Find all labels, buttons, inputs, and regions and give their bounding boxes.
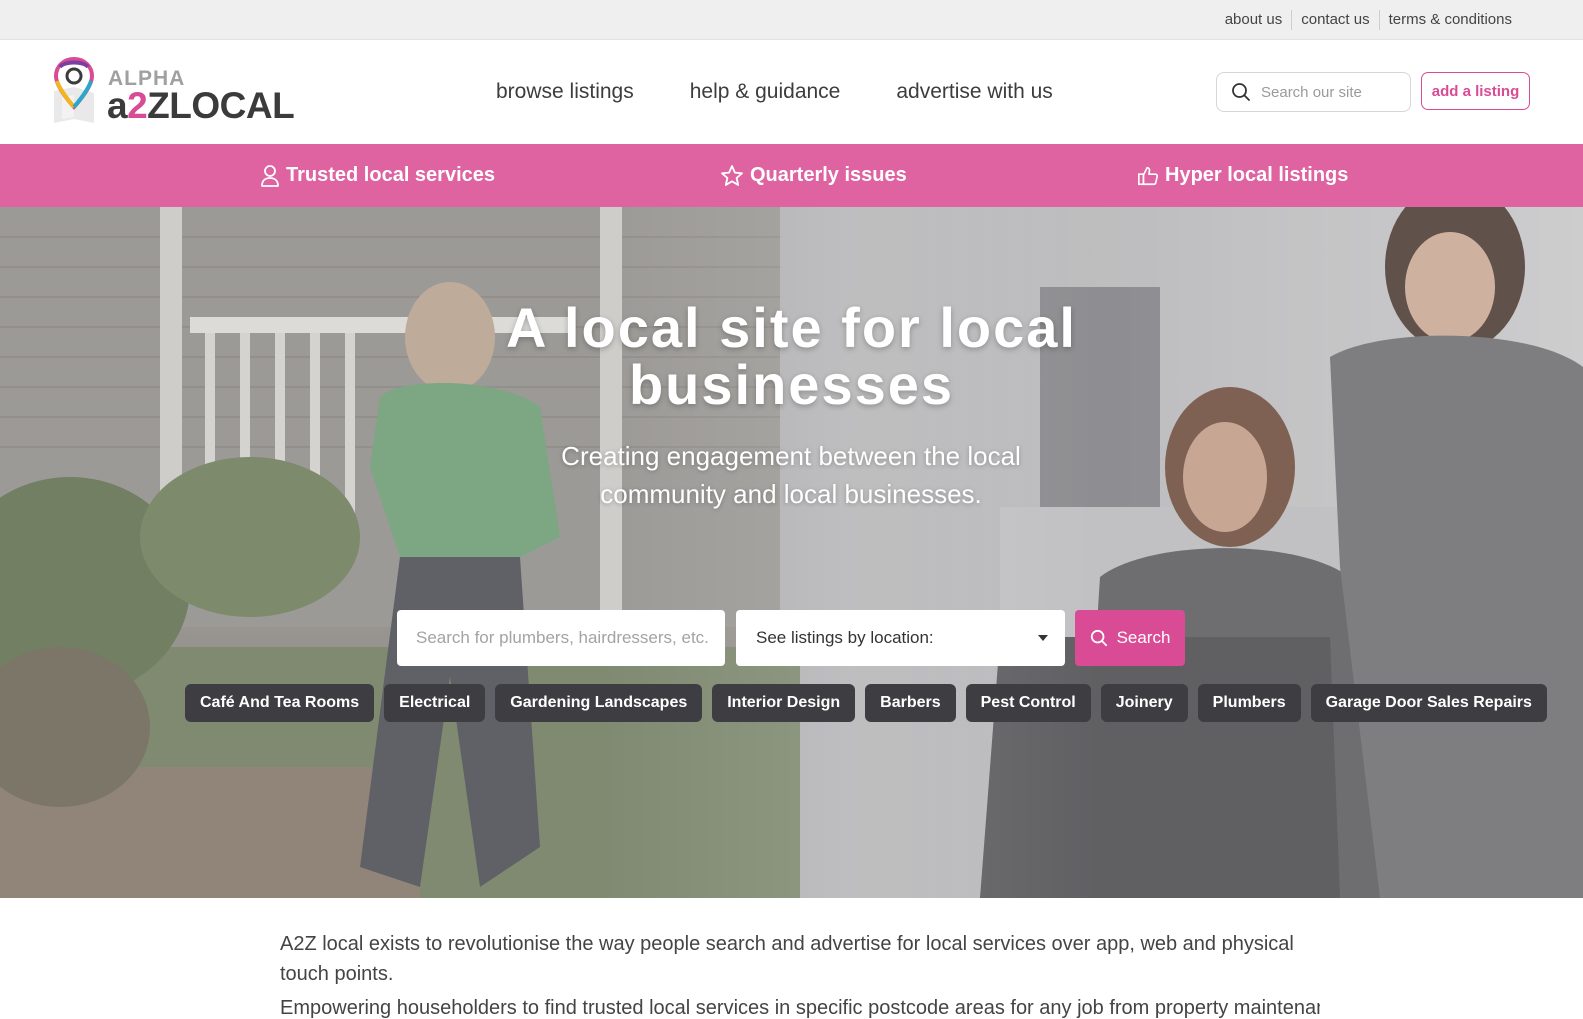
location-select[interactable]: See listings by location:	[736, 610, 1065, 666]
caret-down-icon	[1038, 635, 1048, 641]
site-header: ALPHA a2ZLOCAL browse listings help & gu…	[0, 40, 1583, 144]
user-icon	[261, 164, 279, 187]
hero-search-button[interactable]: Search	[1075, 610, 1185, 666]
category-chip-gardening[interactable]: Gardening Landscapes	[495, 684, 703, 722]
feature-band: Trusted local services Quarterly issues …	[0, 144, 1583, 207]
category-chip-joinery[interactable]: Joinery	[1100, 684, 1188, 722]
location-select-label: See listings by location:	[756, 628, 934, 647]
category-chip-electrical[interactable]: Electrical	[384, 684, 486, 722]
star-icon	[721, 164, 743, 186]
category-chips: Café And Tea Rooms Electrical Gardening …	[185, 684, 1557, 722]
hero-subtitle: Creating engagement between the local co…	[561, 441, 1021, 509]
category-chip-cafe[interactable]: Café And Tea Rooms	[185, 684, 375, 722]
logo-letter-z: Z	[147, 85, 170, 126]
feature-hyper-label: Hyper local listings	[1165, 164, 1349, 186]
category-chip-interior-design[interactable]: Interior Design	[712, 684, 856, 722]
feature-trusted-label: Trusted local services	[286, 164, 496, 186]
hero-search-input[interactable]	[397, 610, 725, 666]
category-chip-plumbers[interactable]: Plumbers	[1197, 684, 1301, 722]
feature-hyper: Hyper local listings	[1137, 144, 1348, 207]
hero-title-line2: businesses	[628, 353, 955, 416]
terms-conditions-link[interactable]: terms & conditions	[1380, 10, 1521, 30]
hero-section: A local site for local businesses Creati…	[0, 207, 1583, 898]
nav-browse-listings[interactable]: browse listings	[496, 80, 634, 104]
category-chip-garage-doors[interactable]: Garage Door Sales Repairs	[1310, 684, 1547, 722]
logo-letter-2: 2	[127, 85, 148, 126]
utility-bar: about us contact us terms & conditions	[0, 0, 1583, 40]
add-listing-button[interactable]: add a listing	[1421, 72, 1530, 110]
main-nav: browse listings help & guidance advertis…	[496, 40, 1109, 144]
nav-help-guidance[interactable]: help & guidance	[690, 80, 841, 104]
logo-letter-a: a	[107, 85, 128, 126]
contact-us-link[interactable]: contact us	[1292, 10, 1378, 30]
hero-title: A local site for local businesses	[0, 299, 1583, 413]
thumbs-up-icon	[1138, 166, 1159, 185]
search-icon[interactable]	[1231, 82, 1251, 102]
utility-links: about us contact us terms & conditions	[1216, 0, 1521, 40]
hero-title-line1: A local site for local	[506, 296, 1077, 359]
site-search-input[interactable]	[1261, 83, 1401, 101]
logo-local-text: LOCAL	[169, 85, 295, 126]
feature-trusted: Trusted local services	[260, 144, 495, 207]
feature-quarterly-label: Quarterly issues	[750, 164, 907, 186]
category-chip-barbers[interactable]: Barbers	[865, 684, 956, 722]
site-logo[interactable]: ALPHA a2ZLOCAL	[52, 57, 295, 127]
about-us-link[interactable]: about us	[1216, 10, 1292, 30]
intro-paragraph-2: Empowering householders to find trusted …	[280, 997, 1320, 1019]
feature-quarterly: Quarterly issues	[720, 144, 907, 207]
site-search-box	[1216, 72, 1411, 112]
nav-advertise[interactable]: advertise with us	[896, 80, 1052, 104]
logo-wordmark: a2ZLOCAL	[107, 85, 295, 127]
map-pin-icon	[53, 57, 95, 123]
hero-search-button-label: Search	[1116, 628, 1171, 647]
search-icon	[1090, 629, 1107, 647]
intro-paragraph: A2Z local exists to revolutionise the wa…	[280, 933, 1294, 985]
category-chip-pest-control[interactable]: Pest Control	[965, 684, 1091, 722]
